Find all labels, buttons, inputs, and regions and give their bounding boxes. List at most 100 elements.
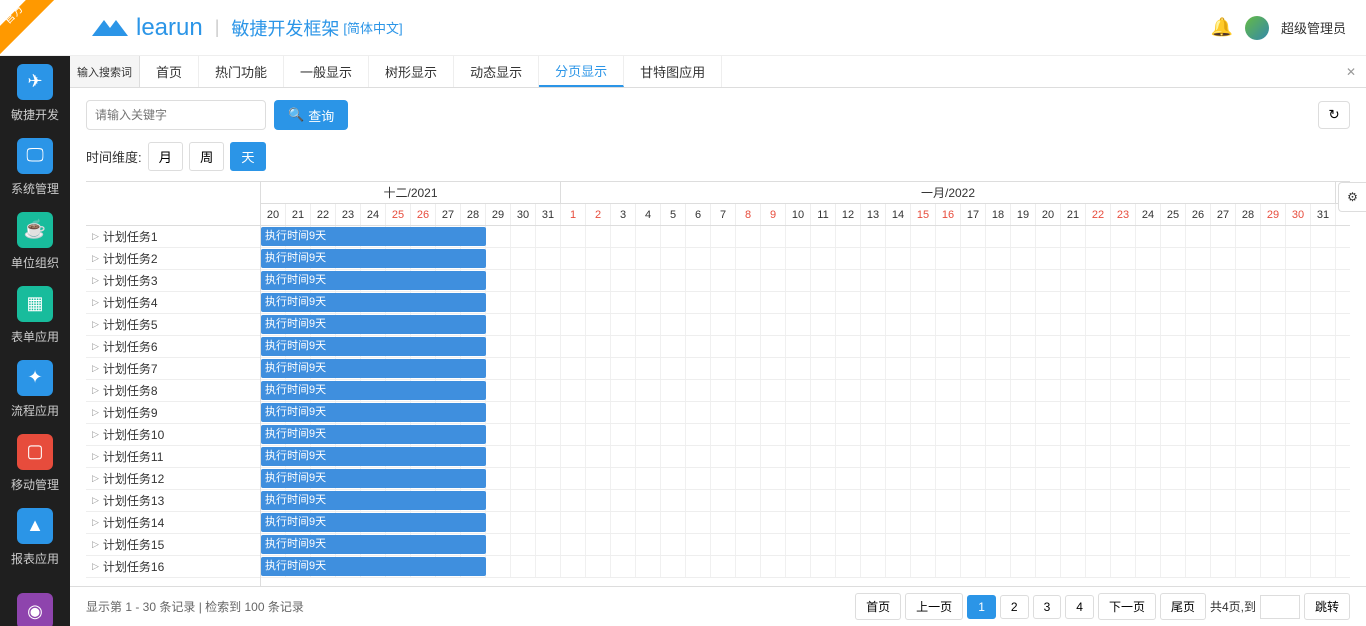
- day-header: 11: [811, 204, 836, 225]
- gantt-bar[interactable]: 执行时间9天: [261, 535, 486, 554]
- expand-icon[interactable]: ▷: [92, 319, 99, 330]
- day-header: 2: [586, 204, 611, 225]
- task-row[interactable]: ▷计划任务6: [86, 336, 260, 358]
- day-header: 6: [686, 204, 711, 225]
- expand-icon[interactable]: ▷: [92, 407, 99, 418]
- nav-item[interactable]: ◉: [0, 574, 70, 626]
- expand-icon[interactable]: ▷: [92, 451, 99, 462]
- expand-icon[interactable]: ▷: [92, 517, 99, 528]
- search-button[interactable]: 🔍 查询: [274, 100, 348, 130]
- nav-item[interactable]: 🖵系统管理: [0, 130, 70, 204]
- avatar[interactable]: [1245, 16, 1269, 40]
- task-row[interactable]: ▷计划任务4: [86, 292, 260, 314]
- gantt-bar[interactable]: 执行时间9天: [261, 249, 486, 268]
- gantt-bar[interactable]: 执行时间9天: [261, 513, 486, 532]
- nav-icon: ▦: [17, 286, 53, 322]
- expand-icon[interactable]: ▷: [92, 275, 99, 286]
- expand-icon[interactable]: ▷: [92, 385, 99, 396]
- expand-icon[interactable]: ▷: [92, 341, 99, 352]
- task-row[interactable]: ▷计划任务15: [86, 534, 260, 556]
- jump-input[interactable]: [1260, 595, 1300, 619]
- expand-icon[interactable]: ▷: [92, 231, 99, 242]
- gantt-bar[interactable]: 执行时间9天: [261, 271, 486, 290]
- day-header: 30: [1286, 204, 1311, 225]
- task-row[interactable]: ▷计划任务3: [86, 270, 260, 292]
- gantt-bar[interactable]: 执行时间9天: [261, 381, 486, 400]
- expand-icon[interactable]: ▷: [92, 561, 99, 572]
- refresh-button[interactable]: ↻: [1318, 101, 1350, 129]
- timedim-option[interactable]: 天: [230, 142, 265, 171]
- task-row[interactable]: ▷计划任务10: [86, 424, 260, 446]
- page-number[interactable]: 1: [967, 595, 996, 619]
- task-row[interactable]: ▷计划任务7: [86, 358, 260, 380]
- task-row[interactable]: ▷计划任务11: [86, 446, 260, 468]
- task-row[interactable]: ▷计划任务12: [86, 468, 260, 490]
- expand-icon[interactable]: ▷: [92, 253, 99, 264]
- tab[interactable]: 动态显示: [454, 56, 539, 87]
- tab[interactable]: 树形显示: [369, 56, 454, 87]
- nav-label: 表单应用: [11, 328, 59, 345]
- tab[interactable]: 甘特图应用: [624, 56, 722, 87]
- expand-icon[interactable]: ▷: [92, 473, 99, 484]
- nav-item[interactable]: ▢移动管理: [0, 426, 70, 500]
- timedim-option[interactable]: 周: [189, 142, 224, 171]
- settings-gear-icon[interactable]: ⚙: [1338, 182, 1366, 212]
- language-selector[interactable]: [简体中文]: [343, 18, 402, 37]
- page-number[interactable]: 4: [1065, 595, 1094, 619]
- page-last[interactable]: 尾页: [1160, 593, 1206, 620]
- tab-search[interactable]: 输入搜索词: [70, 56, 140, 87]
- task-row[interactable]: ▷计划任务13: [86, 490, 260, 512]
- gantt-bar[interactable]: 执行时间9天: [261, 447, 486, 466]
- nav-item[interactable]: ✈敏捷开发: [0, 56, 70, 130]
- bell-icon[interactable]: 🔔: [1211, 17, 1233, 38]
- task-row[interactable]: ▷计划任务8: [86, 380, 260, 402]
- keyword-input[interactable]: [86, 100, 266, 130]
- expand-icon[interactable]: ▷: [92, 363, 99, 374]
- task-row[interactable]: ▷计划任务16: [86, 556, 260, 578]
- nav-item[interactable]: ▦ 表单应用: [0, 278, 70, 352]
- tab[interactable]: 热门功能: [199, 56, 284, 87]
- expand-icon[interactable]: ▷: [92, 495, 99, 506]
- day-header: 29: [486, 204, 511, 225]
- gantt-bar[interactable]: 执行时间9天: [261, 491, 486, 510]
- day-header: 21: [286, 204, 311, 225]
- tab[interactable]: 首页: [140, 56, 199, 87]
- close-icon[interactable]: ✕: [1336, 56, 1366, 87]
- username[interactable]: 超级管理员: [1281, 18, 1346, 37]
- task-row[interactable]: ▷计划任务5: [86, 314, 260, 336]
- gantt-bar[interactable]: 执行时间9天: [261, 359, 486, 378]
- task-row[interactable]: ▷计划任务2: [86, 248, 260, 270]
- gantt-bar[interactable]: 执行时间9天: [261, 425, 486, 444]
- page-number[interactable]: 3: [1033, 595, 1062, 619]
- nav-label: 单位组织: [11, 254, 59, 271]
- task-row[interactable]: ▷计划任务9: [86, 402, 260, 424]
- tab[interactable]: 分页显示: [539, 56, 624, 87]
- nav-item[interactable]: ✦流程应用: [0, 352, 70, 426]
- logo[interactable]: learun: [90, 14, 203, 42]
- day-header: 14: [886, 204, 911, 225]
- day-header: 13: [861, 204, 886, 225]
- timedim-option[interactable]: 月: [148, 142, 183, 171]
- page-next[interactable]: 下一页: [1098, 593, 1156, 620]
- page-first[interactable]: 首页: [855, 593, 901, 620]
- page-prev[interactable]: 上一页: [905, 593, 963, 620]
- nav-item[interactable]: ☕单位组织: [0, 204, 70, 278]
- gantt-bar[interactable]: 执行时间9天: [261, 557, 486, 576]
- task-row[interactable]: ▷计划任务1: [86, 226, 260, 248]
- tab[interactable]: 一般显示: [284, 56, 369, 87]
- gantt-timeline[interactable]: 十二/2021一月/2022 2021222324252627282930311…: [261, 182, 1350, 586]
- gantt-bar[interactable]: 执行时间9天: [261, 337, 486, 356]
- expand-icon[interactable]: ▷: [92, 297, 99, 308]
- gantt-bar[interactable]: 执行时间9天: [261, 293, 486, 312]
- gantt-bar[interactable]: 执行时间9天: [261, 227, 486, 246]
- expand-icon[interactable]: ▷: [92, 429, 99, 440]
- nav-item[interactable]: ▲报表应用: [0, 500, 70, 574]
- page-number[interactable]: 2: [1000, 595, 1029, 619]
- expand-icon[interactable]: ▷: [92, 539, 99, 550]
- day-header: 27: [1211, 204, 1236, 225]
- gantt-bar[interactable]: 执行时间9天: [261, 315, 486, 334]
- gantt-bar[interactable]: 执行时间9天: [261, 469, 486, 488]
- gantt-bar[interactable]: 执行时间9天: [261, 403, 486, 422]
- jump-button[interactable]: 跳转: [1304, 593, 1350, 620]
- task-row[interactable]: ▷计划任务14: [86, 512, 260, 534]
